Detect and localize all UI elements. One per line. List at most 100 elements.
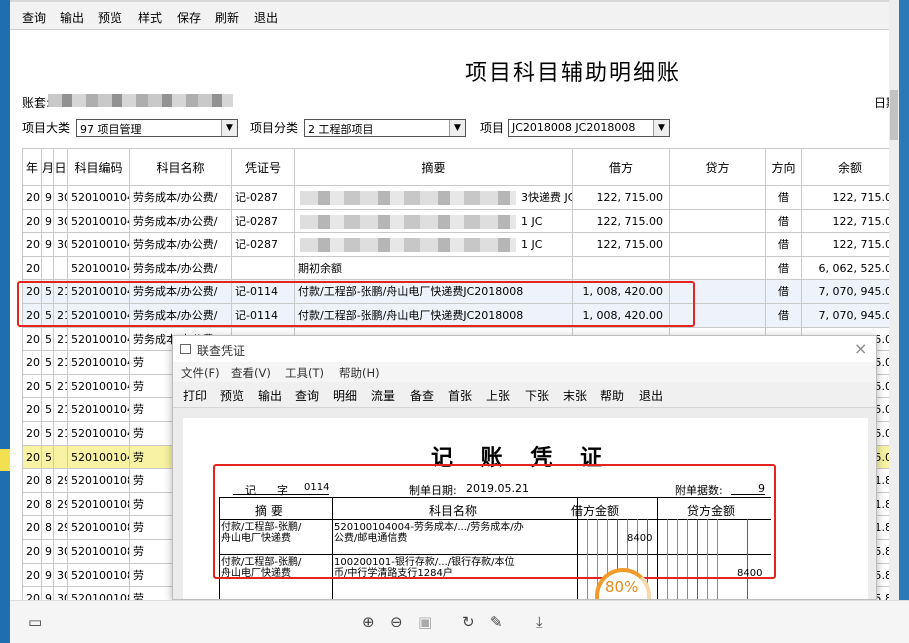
table-row[interactable]: 20189305201001040劳务成本/办公费/记-0287 122, 715… [22, 233, 899, 257]
voucher-menu-file[interactable]: 文件(F) [181, 365, 220, 381]
cell-month: 5 [42, 327, 54, 352]
cell-day: 29 [54, 492, 68, 517]
rotate-icon[interactable]: ↻ [462, 613, 475, 631]
viewer-toolbar: ▭ ⊕ ⊖ ▣ ↻ ✎ ⤓ [10, 600, 909, 643]
major-class-select[interactable]: 97 项目管理 ▼ [76, 119, 238, 137]
edit-icon[interactable]: ✎ [490, 613, 503, 631]
memo-tail: 1 JC [518, 233, 572, 257]
menu-export[interactable]: 输出 [60, 9, 84, 26]
col-header-code[interactable]: 科目编码 [68, 148, 130, 186]
cell-year: 2018 [22, 469, 42, 493]
table-row[interactable]: 20189305201001040劳务成本/办公费/记-0287 122, 715… [22, 209, 899, 234]
table-row[interactable]: 2019 5201001040劳务成本/办公费/期初余额 借6, 062, 525.… [22, 256, 899, 281]
menu-refresh[interactable]: 刷新 [215, 9, 239, 26]
item-select[interactable]: JC2018008 JC2018008 ▼ [508, 119, 670, 137]
col-header-debit[interactable]: 借方 [573, 148, 670, 186]
menu-style[interactable]: 样式 [138, 9, 162, 26]
cell-voucher: 记-0287 [232, 233, 295, 257]
voucher-tool-flow[interactable]: 流量 [371, 387, 395, 404]
col-header-credit[interactable]: 贷方 [670, 148, 766, 186]
cell-month: 5 [42, 374, 54, 399]
cell-month: 9 [42, 587, 54, 600]
scroll-thumb[interactable] [890, 90, 898, 140]
col-header-day[interactable]: 日 [54, 148, 68, 186]
voucher-tool-export[interactable]: 输出 [258, 387, 282, 404]
account-name-redacted [48, 94, 233, 107]
cell-year: 2019 [22, 256, 42, 281]
voucher-tool-last[interactable]: 末张 [563, 387, 587, 404]
item-class-select[interactable]: 2 工程部项目 ▼ [304, 119, 466, 137]
cell-day: 30 [54, 587, 68, 600]
cell-code: 520100108 [68, 492, 130, 517]
col-header-balance[interactable]: 余额 [802, 148, 899, 186]
voucher-highlight-box [213, 464, 776, 579]
cell-code: 520100108 [68, 540, 130, 564]
voucher-titlebar: 联查凭证 × [173, 336, 876, 362]
memo-redacted [300, 214, 516, 229]
thumbnail-icon[interactable]: ▭ [28, 613, 42, 631]
cell-day: 30 [54, 209, 68, 234]
voucher-tool-detail[interactable]: 明细 [333, 387, 357, 404]
cell-balance: 122, 715.0 [802, 233, 899, 257]
cell-month: 5 [42, 422, 54, 446]
close-icon[interactable]: × [854, 339, 867, 358]
voucher-tool-first[interactable]: 首张 [448, 387, 472, 404]
voucher-tool-print[interactable]: 打印 [183, 387, 207, 404]
download-icon[interactable]: ⤓ [536, 613, 543, 631]
cell-month: 9 [42, 233, 54, 257]
cell-balance: 122, 715.0 [802, 209, 899, 234]
voucher-tool-query[interactable]: 查询 [295, 387, 319, 404]
cell-year: 2019 [22, 351, 42, 375]
cell-credit [670, 256, 766, 281]
col-header-dir[interactable]: 方向 [766, 148, 802, 186]
menu-preview[interactable]: 预览 [98, 9, 122, 26]
cell-credit [670, 186, 766, 210]
voucher-tool-preview[interactable]: 预览 [220, 387, 244, 404]
major-class-label: 项目大类 [22, 121, 71, 135]
cell-year: 2019 [22, 445, 42, 470]
col-header-year[interactable]: 年 [22, 148, 42, 186]
vertical-scrollbar[interactable] [889, 0, 899, 600]
voucher-menu-tools[interactable]: 工具(T) [285, 365, 324, 381]
chevron-down-icon[interactable]: ▼ [221, 120, 237, 136]
account-label: 账套: [22, 96, 51, 110]
cell-year: 2018 [22, 587, 42, 600]
item-class-value: 2 工程部项目 [308, 123, 374, 136]
voucher-menu-help[interactable]: 帮助(H) [339, 365, 380, 381]
cell-month [42, 256, 54, 281]
voucher-window: 联查凭证 × 文件(F) 查看(V) 工具(T) 帮助(H) 打印 预览 输出 查询明… [172, 335, 877, 600]
table-row[interactable]: 20189305201001040劳务成本/办公费/记-0287 122, 715… [22, 186, 899, 210]
zoom-out-icon[interactable]: ⊖ [390, 613, 403, 631]
cell-day: 30 [54, 563, 68, 588]
voucher-tool-help[interactable]: 帮助 [600, 387, 624, 404]
cell-dir: 借 [766, 304, 802, 328]
cell-code: 5201001040 [68, 233, 130, 257]
cell-name: 劳务成本/办公费/ [130, 256, 232, 281]
cell-code: 5201001040 [68, 256, 130, 281]
cell-day: 30 [54, 233, 68, 257]
menu-exit[interactable]: 退出 [254, 9, 278, 26]
voucher-tool-memo[interactable]: 备查 [410, 387, 434, 404]
col-header-voucher[interactable]: 凭证号 [232, 148, 295, 186]
chevron-down-icon[interactable]: ▼ [449, 120, 465, 136]
cell-balance: 6, 062, 525.0 [802, 256, 899, 281]
menu-save[interactable]: 保存 [177, 9, 201, 26]
actual-size-icon[interactable]: ▣ [418, 613, 432, 631]
cell-day: 21 [54, 351, 68, 375]
chevron-down-icon[interactable]: ▼ [653, 120, 669, 136]
voucher-tool-prev[interactable]: 上张 [486, 387, 510, 404]
voucher-menu-view[interactable]: 查看(V) [231, 365, 271, 381]
col-header-month[interactable]: 月 [42, 148, 54, 186]
zoom-in-icon[interactable]: ⊕ [362, 613, 375, 631]
col-header-memo[interactable]: 摘要 [295, 148, 573, 186]
col-header-name[interactable]: 科目名称 [130, 148, 232, 186]
cell-month: 5 [42, 445, 54, 470]
cell-debit: 122, 715.00 [573, 233, 670, 257]
voucher-tool-next[interactable]: 下张 [525, 387, 549, 404]
cell-day: 30 [54, 186, 68, 210]
major-class-value: 97 项目管理 [80, 123, 142, 136]
cell-day: 21 [54, 422, 68, 446]
voucher-tool-exit[interactable]: 退出 [639, 387, 663, 404]
menu-query[interactable]: 查询 [22, 9, 46, 26]
cell-name: 劳务成本/办公费/ [130, 209, 232, 234]
